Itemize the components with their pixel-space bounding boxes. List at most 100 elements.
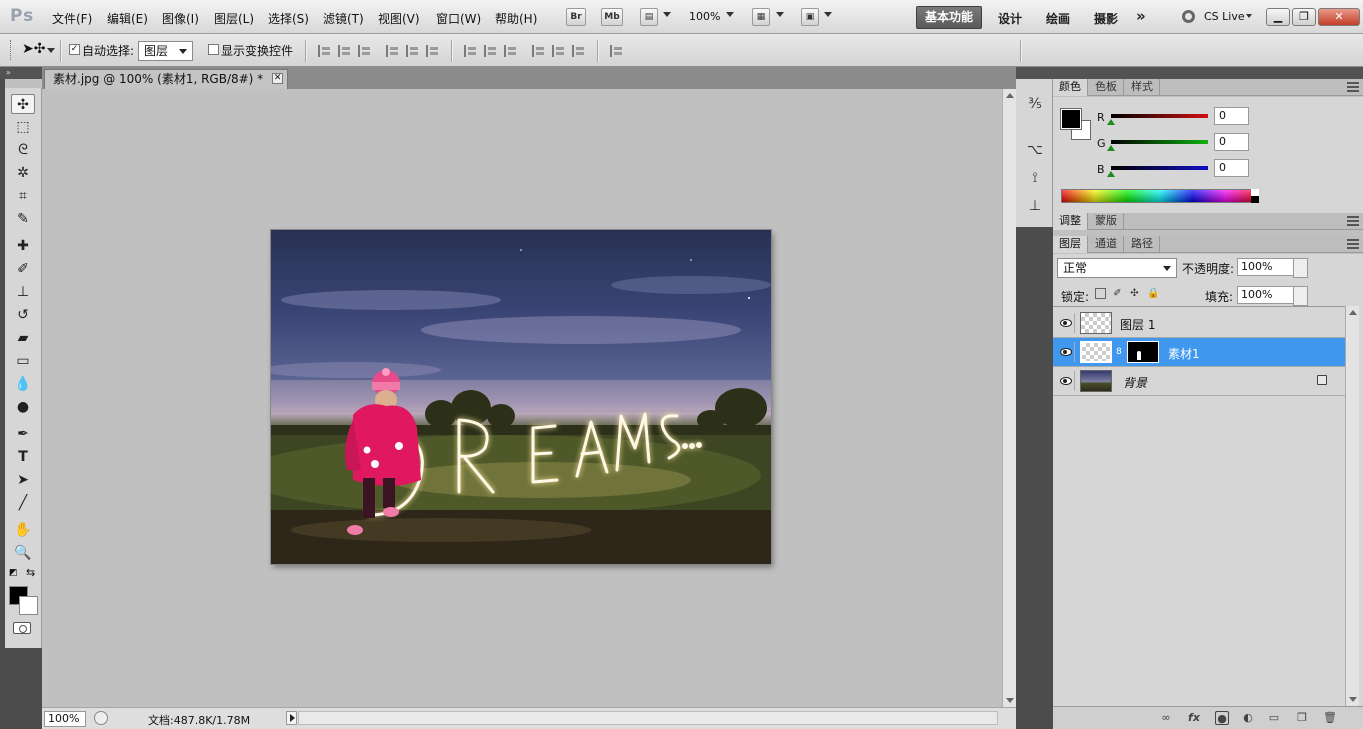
layer-row[interactable]: 图层 1 — [1053, 309, 1345, 338]
channel-r-slider[interactable] — [1111, 114, 1208, 118]
link-layers-icon[interactable]: ∞ — [1159, 711, 1173, 725]
menu-layer[interactable]: 图层(L) — [214, 10, 254, 27]
layer-row[interactable]: 背景 — [1053, 367, 1345, 396]
tab-styles[interactable]: 样式 — [1125, 79, 1160, 96]
new-group-icon[interactable]: ▭ — [1267, 711, 1281, 725]
lasso-tool-icon[interactable]: ᘓ — [11, 140, 35, 160]
blur-tool-icon[interactable]: 💧 — [11, 374, 35, 394]
menu-filter[interactable]: 滤镜(T) — [323, 10, 364, 27]
tab-layers[interactable]: 图层 — [1053, 236, 1088, 253]
channel-g-input[interactable]: 0 — [1214, 133, 1249, 151]
channel-b-input[interactable]: 0 — [1214, 159, 1249, 177]
show-transform-checkbox[interactable] — [208, 44, 219, 55]
fill-input[interactable]: 100% — [1237, 286, 1308, 306]
hand-tool-icon[interactable]: ✋ — [11, 520, 35, 540]
delete-layer-icon[interactable]: 🗑 — [1323, 711, 1337, 725]
auto-align-layers-icon[interactable] — [610, 45, 624, 57]
clone-source-panel-icon[interactable]: ⊥ — [1026, 197, 1044, 215]
menu-help[interactable]: 帮助(H) — [495, 10, 537, 27]
status-menu-button[interactable] — [286, 711, 297, 725]
workspace-design-button[interactable]: 设计 — [998, 10, 1022, 27]
auto-select-checkbox[interactable]: ✓ — [69, 44, 80, 55]
arrange-documents-button[interactable]: ▦ — [752, 8, 770, 26]
dodge-tool-icon[interactable]: ● — [11, 397, 35, 417]
menu-edit[interactable]: 编辑(E) — [107, 10, 148, 27]
align-hcenter-icon[interactable] — [406, 45, 420, 57]
black-swatch[interactable] — [1251, 196, 1259, 203]
menu-window[interactable]: 窗口(W) — [436, 10, 481, 27]
layer-row-selected[interactable]: 8 素材1 — [1053, 338, 1345, 367]
lock-transparency-icon[interactable] — [1095, 288, 1106, 299]
align-right-icon[interactable] — [426, 45, 440, 57]
visibility-eye-icon[interactable] — [1055, 371, 1075, 391]
chevron-down-icon[interactable] — [726, 12, 734, 17]
close-window-button[interactable]: ✕ — [1318, 8, 1360, 26]
document-tab[interactable]: 素材.jpg @ 100% (素材1, RGB/8#) * ✕ — [44, 69, 289, 89]
distribute-bottom-icon[interactable] — [504, 45, 518, 57]
panels-header[interactable] — [1053, 67, 1363, 79]
lock-all-icon[interactable]: 🔒 — [1147, 288, 1159, 299]
eraser-tool-icon[interactable]: ▰ — [11, 328, 35, 348]
status-zoom-input[interactable]: 100% — [44, 711, 86, 727]
tab-masks[interactable]: 蒙版 — [1089, 213, 1124, 230]
close-icon[interactable]: ✕ — [272, 73, 284, 84]
more-workspaces-icon[interactable]: » — [1136, 7, 1146, 25]
scroll-up-icon[interactable] — [1006, 93, 1014, 98]
brush-panel-icon[interactable]: ⟟ — [1026, 169, 1044, 187]
visibility-eye-icon[interactable] — [1055, 313, 1075, 333]
chevron-down-icon[interactable] — [47, 48, 55, 53]
white-swatch[interactable] — [1251, 189, 1259, 196]
tab-adjustments[interactable]: 调整 — [1053, 213, 1088, 230]
dock-header[interactable] — [1016, 67, 1053, 79]
line-tool-icon[interactable]: ╱ — [11, 493, 35, 513]
menu-image[interactable]: 图像(I) — [162, 10, 199, 27]
opacity-input[interactable]: 100% — [1237, 258, 1308, 278]
scroll-down-icon[interactable] — [1349, 697, 1357, 702]
eyedropper-tool-icon[interactable]: ✎ — [11, 209, 35, 229]
channel-g-slider-knob[interactable] — [1107, 145, 1115, 151]
adjustment-layer-icon[interactable]: ◐ — [1241, 711, 1255, 725]
channel-r-slider-knob[interactable] — [1107, 119, 1115, 125]
healing-brush-tool-icon[interactable]: ✚ — [11, 236, 35, 256]
channel-r-input[interactable]: 0 — [1214, 107, 1249, 125]
gradient-tool-icon[interactable]: ▭ — [11, 351, 35, 371]
tab-swatches[interactable]: 色板 — [1089, 79, 1124, 96]
color-spectrum-ramp[interactable] — [1061, 189, 1259, 203]
align-bottom-icon[interactable] — [358, 45, 372, 57]
clone-stamp-tool-icon[interactable]: ⊥ — [11, 282, 35, 302]
view-extras-button[interactable]: ▤ — [640, 8, 658, 26]
distribute-right-icon[interactable] — [572, 45, 586, 57]
marquee-tool-icon[interactable]: ⬚ — [11, 117, 35, 137]
black-white-ramp[interactable] — [1251, 189, 1259, 203]
cs-live-button[interactable]: CS Live — [1204, 10, 1245, 23]
panel-menu-icon[interactable] — [1347, 82, 1359, 92]
tab-color[interactable]: 颜色 — [1053, 79, 1088, 96]
zoom-level[interactable]: 100% — [689, 10, 720, 23]
channel-g-slider[interactable] — [1111, 140, 1208, 144]
blend-mode-dropdown[interactable]: 正常 — [1057, 258, 1177, 278]
color-panel-foreground-swatch[interactable] — [1060, 108, 1082, 130]
brush-tool-icon[interactable]: ✐ — [11, 259, 35, 279]
channel-b-slider-knob[interactable] — [1107, 171, 1115, 177]
mask-link-icon[interactable]: 8 — [1116, 347, 1122, 357]
history-panel-icon[interactable]: ⅗ — [1026, 95, 1044, 113]
grip-handle[interactable] — [10, 40, 13, 60]
chevron-down-icon[interactable] — [663, 12, 671, 17]
history-brush-tool-icon[interactable]: ↺ — [11, 305, 35, 325]
distribute-hcenter-icon[interactable] — [552, 45, 566, 57]
pen-tool-icon[interactable]: ✒ — [11, 424, 35, 444]
quick-select-tool-icon[interactable]: ✲ — [11, 163, 35, 183]
chevron-down-icon[interactable] — [776, 12, 784, 17]
horizontal-scrollbar[interactable] — [298, 711, 998, 725]
default-colors-icon[interactable]: ◩ — [9, 568, 18, 578]
align-left-icon[interactable] — [386, 45, 400, 57]
path-select-tool-icon[interactable]: ➤ — [11, 470, 35, 490]
zoom-tool-icon[interactable]: 🔍 — [11, 543, 35, 563]
mini-bridge-button[interactable]: Mb — [601, 8, 623, 26]
document-image[interactable] — [271, 230, 771, 564]
type-tool-icon[interactable]: T — [11, 447, 35, 467]
menu-file[interactable]: 文件(F) — [52, 10, 92, 27]
swap-colors-icon[interactable]: ⇆ — [26, 566, 35, 579]
layers-scrollbar[interactable] — [1345, 306, 1359, 706]
add-mask-icon[interactable]: ● — [1215, 711, 1229, 725]
